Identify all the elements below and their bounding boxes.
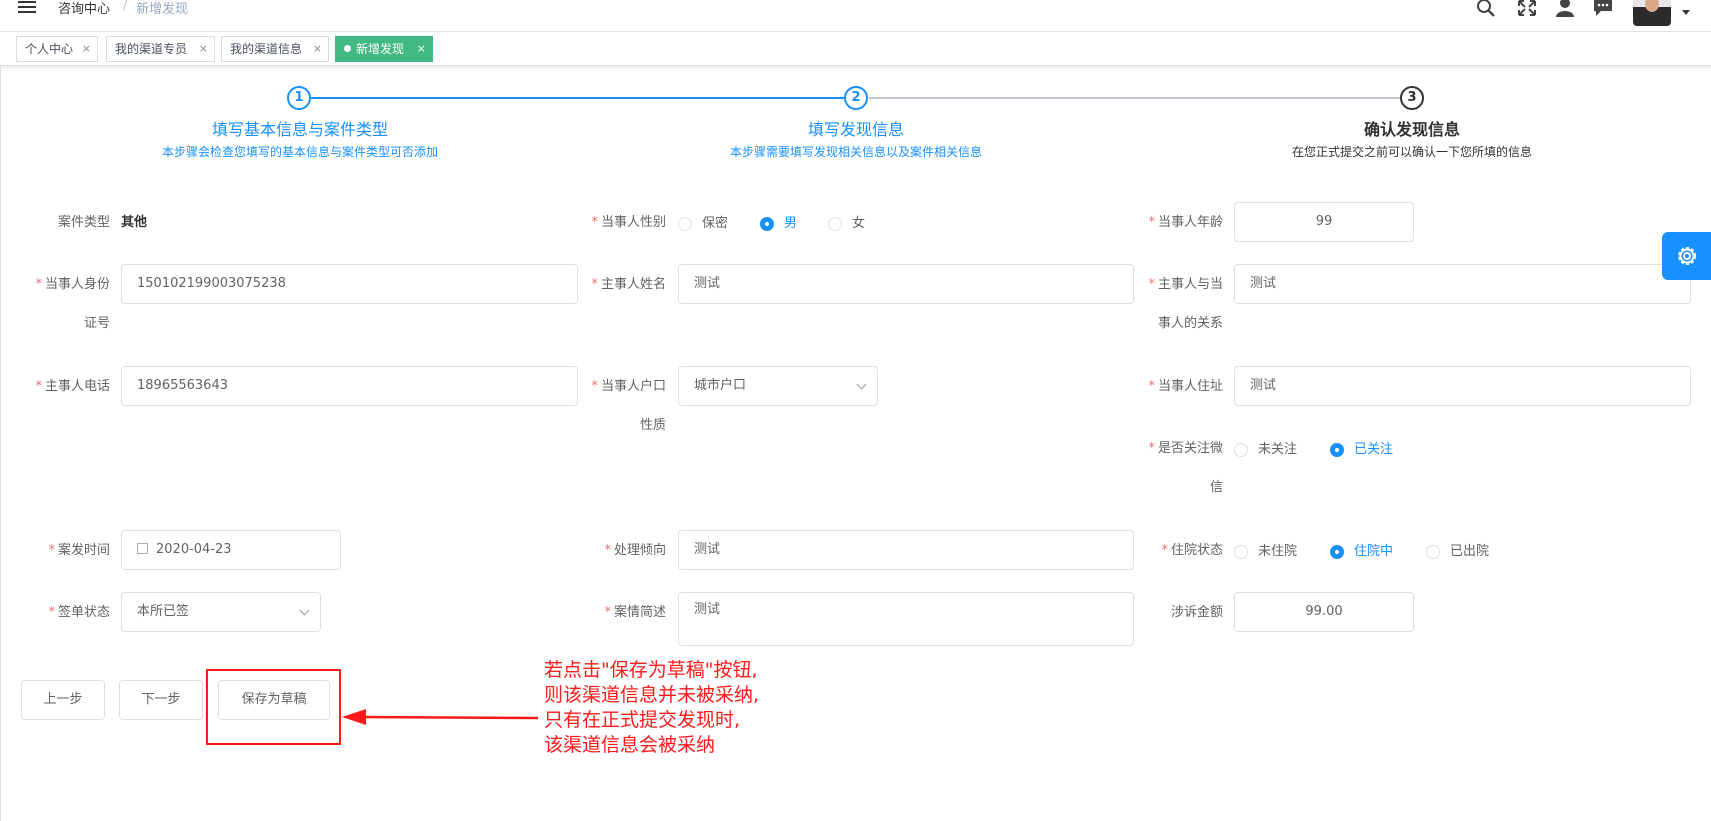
age-input[interactable]: 99 bbox=[1234, 202, 1414, 242]
sidebar-edge bbox=[0, 66, 1, 821]
relation-input[interactable]: 测试 bbox=[1234, 264, 1691, 304]
fullscreen-icon[interactable] bbox=[1516, 0, 1538, 18]
household-label-line2: 性质 bbox=[639, 418, 666, 433]
summary-textarea[interactable]: 测试 bbox=[678, 592, 1134, 646]
household-label: * 当事人户口 bbox=[591, 379, 666, 394]
phone-input[interactable]: 18965563643 bbox=[121, 366, 578, 406]
hospital-label: * 住院状态 bbox=[1161, 543, 1223, 558]
tag-label: 我的渠道信息 bbox=[230, 42, 303, 56]
main-name-input[interactable]: 测试 bbox=[678, 264, 1134, 304]
household-select[interactable]: 城市户口 bbox=[678, 366, 878, 406]
tag-new-discovery[interactable]: 新增发现 × bbox=[335, 36, 433, 62]
step-2-circle: 2 bbox=[844, 86, 868, 110]
tag-label: 我的渠道专员 bbox=[115, 42, 188, 56]
step-1-circle: 1 bbox=[287, 86, 311, 110]
annotation-line: 只有在正式提交发现时, bbox=[544, 709, 741, 731]
phone-label: * 主事人电话 bbox=[35, 379, 110, 394]
active-dot-icon bbox=[344, 45, 351, 52]
settings-panel-toggle[interactable] bbox=[1662, 232, 1711, 280]
annotation-arrow-icon bbox=[342, 709, 539, 725]
step-2-desc: 本步骤需要填写发现相关信息以及案件相关信息 bbox=[729, 145, 982, 159]
gender-label: * 当事人性别 bbox=[591, 215, 666, 230]
annotation-line: 该渠道信息会被采纳 bbox=[544, 734, 716, 756]
step-connector-1 bbox=[311, 97, 845, 99]
address-label: * 当事人住址 bbox=[1148, 379, 1223, 394]
step-3-title: 确认发现信息 bbox=[1363, 120, 1460, 139]
calendar-icon bbox=[137, 543, 148, 554]
address-input[interactable]: 测试 bbox=[1234, 366, 1691, 406]
annotation-line: 若点击"保存为草稿"按钮, bbox=[544, 659, 758, 681]
step-1-desc: 本步骤会检查您填写的基本信息与案件类型可否添加 bbox=[161, 145, 438, 159]
sign-value: 本所已签 bbox=[137, 604, 190, 619]
relation-label-line2: 事人的关系 bbox=[1157, 316, 1223, 331]
tendency-input[interactable]: 测试 bbox=[678, 530, 1134, 570]
step-connector-2 bbox=[869, 97, 1403, 99]
relation-label: * 主事人与当 bbox=[1148, 277, 1223, 292]
hamburger-icon[interactable] bbox=[18, 1, 36, 13]
top-navbar: 咨询中心 / 新增发现 bbox=[0, 0, 1711, 32]
case-type-label: 案件类型 bbox=[57, 215, 110, 230]
case-time-picker[interactable]: 2020-04-23 bbox=[121, 530, 341, 570]
breadcrumb-parent[interactable]: 咨询中心 bbox=[58, 0, 110, 17]
gear-icon bbox=[1678, 247, 1696, 265]
summary-label: * 案情简述 bbox=[604, 605, 666, 620]
close-icon[interactable]: × bbox=[313, 37, 322, 61]
id-no-label: * 当事人身份 bbox=[35, 277, 110, 292]
main-name-label: * 主事人姓名 bbox=[591, 277, 666, 292]
case-type-value: 其他 bbox=[121, 215, 148, 230]
user-icon[interactable] bbox=[1554, 0, 1576, 18]
next-step-button[interactable]: 下一步 bbox=[119, 680, 203, 720]
amount-label: 涉诉金额 bbox=[1170, 605, 1223, 620]
wechat-label: * 是否关注微 bbox=[1148, 441, 1223, 456]
annotation-line: 则该渠道信息并未被采纳, bbox=[544, 684, 760, 706]
tag-label: 个人中心 bbox=[25, 42, 74, 56]
search-icon[interactable] bbox=[1475, 0, 1497, 18]
case-time-value: 2020-04-23 bbox=[156, 542, 232, 557]
chevron-down-icon bbox=[299, 605, 310, 616]
tendency-label: * 处理倾向 bbox=[604, 543, 666, 558]
case-time-label: * 案发时间 bbox=[48, 543, 110, 558]
id-no-label-line2: 证号 bbox=[83, 316, 110, 331]
close-icon[interactable]: × bbox=[199, 37, 208, 61]
prev-step-button[interactable]: 上一步 bbox=[21, 680, 105, 720]
step-2-title: 填写发现信息 bbox=[807, 120, 904, 139]
household-value: 城市户口 bbox=[694, 378, 747, 393]
step-3-desc: 在您正式提交之前可以确认一下您所填的信息 bbox=[1291, 145, 1532, 159]
age-label: * 当事人年龄 bbox=[1148, 215, 1223, 230]
caret-down-icon[interactable] bbox=[1682, 10, 1690, 15]
id-no-input[interactable]: 150102199003075238 bbox=[121, 264, 578, 304]
close-icon[interactable]: × bbox=[417, 37, 426, 61]
step-3-circle: 3 bbox=[1400, 86, 1424, 110]
amount-input[interactable]: 99.00 bbox=[1234, 592, 1414, 632]
chevron-down-icon bbox=[856, 379, 867, 390]
annotation-note: 若点击"保存为草稿"按钮, 则该渠道信息并未被采纳, 只有在正式提交发现时, 该… bbox=[544, 658, 844, 758]
step-1-title: 填写基本信息与案件类型 bbox=[211, 120, 388, 139]
close-icon[interactable]: × bbox=[82, 37, 91, 61]
tag-personal-center[interactable]: 个人中心 × bbox=[16, 36, 98, 62]
sign-select[interactable]: 本所已签 bbox=[121, 592, 321, 632]
tag-my-channel-agents[interactable]: 我的渠道专员 × bbox=[106, 36, 215, 62]
highlight-box bbox=[206, 669, 341, 745]
tag-my-channel-info[interactable]: 我的渠道信息 × bbox=[221, 36, 329, 62]
sign-label: * 签单状态 bbox=[48, 605, 110, 620]
wechat-label-line2: 信 bbox=[1209, 480, 1223, 495]
avatar[interactable] bbox=[1633, 0, 1671, 26]
breadcrumb-current: 新增发现 bbox=[136, 2, 189, 17]
message-icon[interactable] bbox=[1592, 0, 1614, 18]
breadcrumb-separator: / bbox=[123, 0, 128, 13]
tag-label: 新增发现 bbox=[356, 42, 405, 56]
